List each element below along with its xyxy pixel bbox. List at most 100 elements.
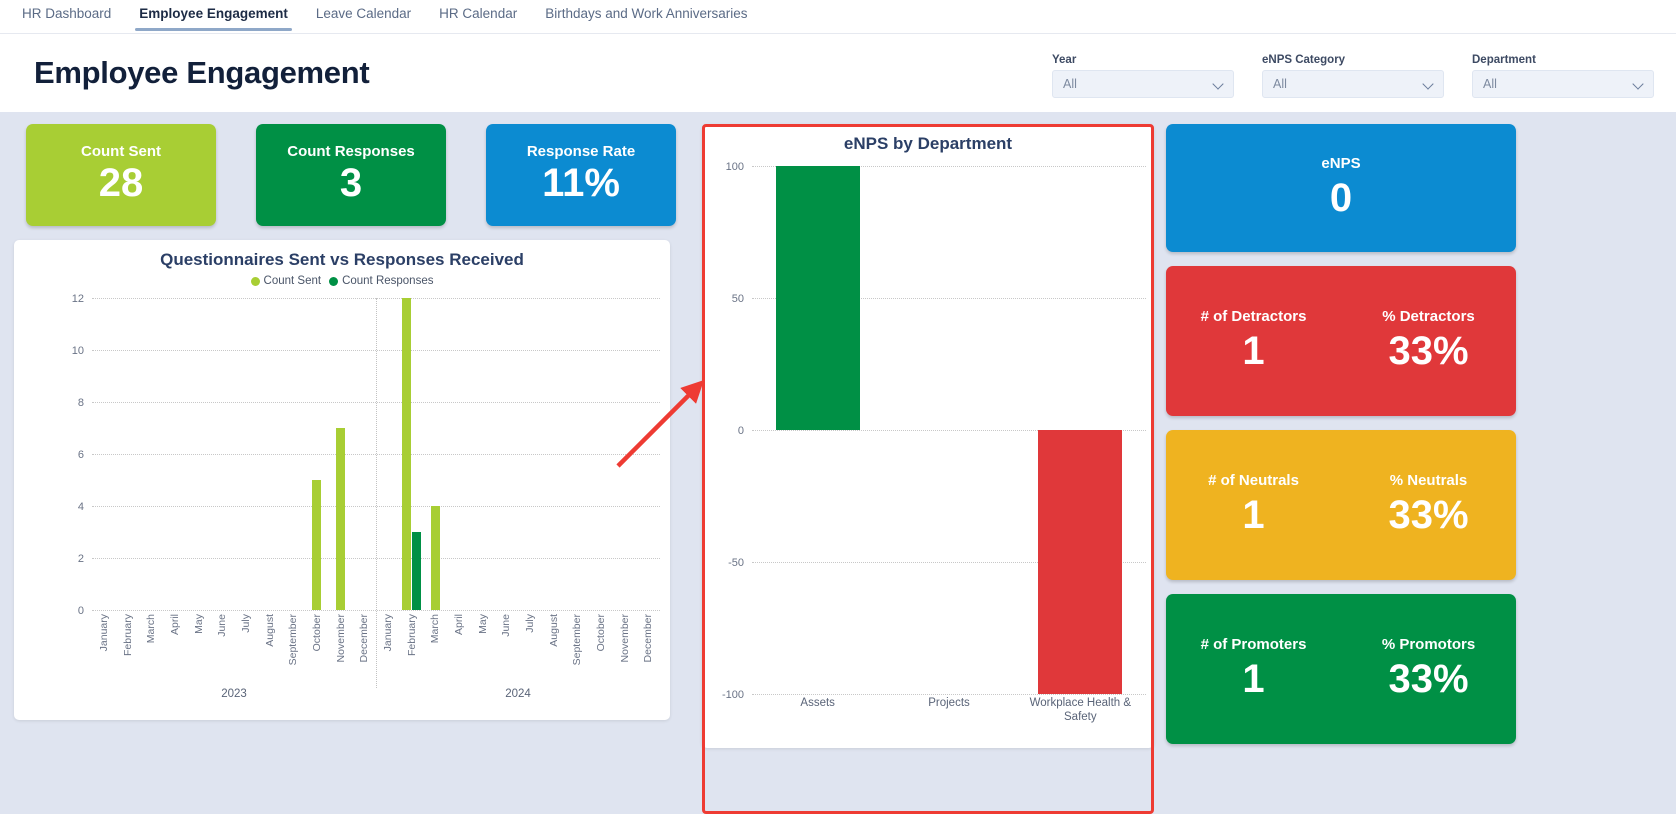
kpi-card-response-rate[interactable]: Response Rate 11% <box>486 124 676 226</box>
x-axis-tick: January <box>97 614 110 652</box>
chart-x-axis-groups: 2023 2024 <box>92 688 660 700</box>
kpi-card-count-sent[interactable]: Count Sent 28 <box>26 124 216 226</box>
x-axis-tick: April <box>168 614 181 636</box>
tab-hr-dashboard[interactable]: HR Dashboard <box>8 0 125 31</box>
x-axis-group-label: 2024 <box>505 688 531 700</box>
kpi-value: 33% <box>1388 657 1469 701</box>
kpi-label: Count Sent <box>81 142 161 160</box>
kpi-value: 11% <box>542 160 620 205</box>
tab-hr-calendar[interactable]: HR Calendar <box>425 0 531 31</box>
filter-bar: Year All eNPS Category All Department Al… <box>1052 48 1654 98</box>
legend-label: Count Responses <box>342 275 434 287</box>
bar-slot <box>423 298 447 610</box>
bar[interactable] <box>775 166 860 430</box>
bar-slot <box>210 298 234 610</box>
kpi-card-neutrals[interactable]: # of Neutrals 1 % Neutrals 33% <box>1166 430 1516 580</box>
bar-slot <box>1015 166 1146 694</box>
filter-year: Year All <box>1052 54 1234 98</box>
kpi-value: 33% <box>1388 329 1469 373</box>
kpi-card-enps[interactable]: eNPS 0 <box>1166 124 1516 252</box>
bar[interactable] <box>412 532 422 610</box>
kpi-label: eNPS <box>1321 155 1361 172</box>
kpi-half-count: # of Promoters 1 <box>1166 636 1341 702</box>
kpi-half-count: # of Detractors 1 <box>1166 308 1341 374</box>
bar-slot <box>565 298 589 610</box>
filter-enps-category-value: All <box>1273 77 1287 91</box>
kpi-label: # of Promoters <box>1200 636 1307 653</box>
x-axis-tick: May <box>192 614 205 634</box>
y-axis-tick: 12 <box>71 293 84 305</box>
tab-leave-calendar[interactable]: Leave Calendar <box>302 0 425 31</box>
x-axis-tick: December <box>642 614 655 663</box>
kpi-label: % Neutrals <box>1389 472 1468 489</box>
filter-year-select[interactable]: All <box>1052 70 1234 98</box>
y-axis-tick: 100 <box>725 161 744 173</box>
kpi-label: % Promotors <box>1381 636 1476 653</box>
y-axis-tick: 2 <box>77 553 84 565</box>
kpi-card-count-responses[interactable]: Count Responses 3 <box>256 124 446 226</box>
x-axis-tick: September <box>571 614 584 666</box>
filter-department-select[interactable]: All <box>1472 70 1654 98</box>
kpi-half-count: # of Neutrals 1 <box>1166 472 1341 538</box>
bar-slot <box>352 298 376 610</box>
kpi-label: # of Detractors <box>1200 308 1307 325</box>
bar-slot <box>447 298 471 610</box>
chart-x-axis-labels: Assets Projects Workplace Health & Safety <box>752 696 1146 725</box>
dashboard-body: Count Sent 28 Count Responses 3 Response… <box>0 112 1676 814</box>
kpi-half-percent: % Detractors 33% <box>1341 308 1516 374</box>
x-axis-tick: Assets <box>800 697 835 709</box>
bar-slot <box>400 298 424 610</box>
y-axis-tick: 0 <box>737 425 744 437</box>
x-axis-tick: November <box>618 614 631 663</box>
filter-year-label: Year <box>1052 54 1077 66</box>
chart-plot-area: 100 50 0 -50 -100 <box>722 161 1146 701</box>
kpi-row-top: Count Sent 28 Count Responses 3 Response… <box>14 124 690 226</box>
left-column: Count Sent 28 Count Responses 3 Response… <box>14 124 690 814</box>
bar-slot <box>542 298 566 610</box>
bar-slot <box>752 166 883 694</box>
legend-item-count-responses: Count Responses <box>329 275 433 287</box>
y-axis-tick: 6 <box>77 449 84 461</box>
tab-employee-engagement[interactable]: Employee Engagement <box>125 0 302 31</box>
x-axis-tick: July <box>239 614 252 633</box>
kpi-half: eNPS 0 <box>1166 155 1516 221</box>
x-axis-tick: November <box>334 614 347 663</box>
x-axis-tick: February <box>121 614 134 657</box>
bar[interactable] <box>1038 430 1123 694</box>
chevron-down-icon <box>1424 79 1435 90</box>
bar-slot <box>305 298 329 610</box>
filter-enps-category-select[interactable]: All <box>1262 70 1444 98</box>
chart-questionnaires-sent-vs-responses[interactable]: Questionnaires Sent vs Responses Receive… <box>14 240 670 720</box>
middle-column: eNPS by Department 100 50 0 -50 -100 Assets P… <box>616 124 1154 814</box>
x-axis-group-label: 2023 <box>221 688 247 700</box>
bar[interactable] <box>430 506 440 610</box>
x-axis-tick: December <box>358 614 371 663</box>
legend-swatch <box>250 276 260 286</box>
filter-department: Department All <box>1472 54 1654 98</box>
y-axis-tick: 50 <box>731 293 744 305</box>
y-axis-tick: -50 <box>728 557 744 569</box>
filter-enps-category: eNPS Category All <box>1262 54 1444 98</box>
tab-birthdays-anniversaries[interactable]: Birthdays and Work Anniversaries <box>531 0 761 31</box>
bar-slot <box>518 298 542 610</box>
bar[interactable] <box>312 480 322 610</box>
chevron-down-icon <box>1214 79 1225 90</box>
chart-title: Questionnaires Sent vs Responses Receive… <box>160 250 524 269</box>
filter-department-value: All <box>1483 77 1497 91</box>
x-axis-tick: September <box>287 614 300 666</box>
kpi-value: 3 <box>339 160 363 205</box>
x-axis-tick: March <box>429 614 442 644</box>
annotation-arrow-icon <box>616 380 704 468</box>
chart-enps-by-department[interactable]: eNPS by Department 100 50 0 -50 -100 Assets P… <box>702 124 1154 748</box>
bar-slot <box>258 298 282 610</box>
bar[interactable] <box>336 428 346 610</box>
y-axis-tick: 0 <box>77 605 84 617</box>
filter-enps-category-label: eNPS Category <box>1262 54 1346 66</box>
bar[interactable] <box>402 298 412 610</box>
x-axis-tick: April <box>452 614 465 636</box>
bar-slot <box>281 298 305 610</box>
kpi-value: 1 <box>1242 493 1265 537</box>
kpi-card-detractors[interactable]: # of Detractors 1 % Detractors 33% <box>1166 266 1516 416</box>
chart-legend: Count Sent Count Responses <box>14 270 670 287</box>
kpi-card-promoters[interactable]: # of Promoters 1 % Promotors 33% <box>1166 594 1516 744</box>
